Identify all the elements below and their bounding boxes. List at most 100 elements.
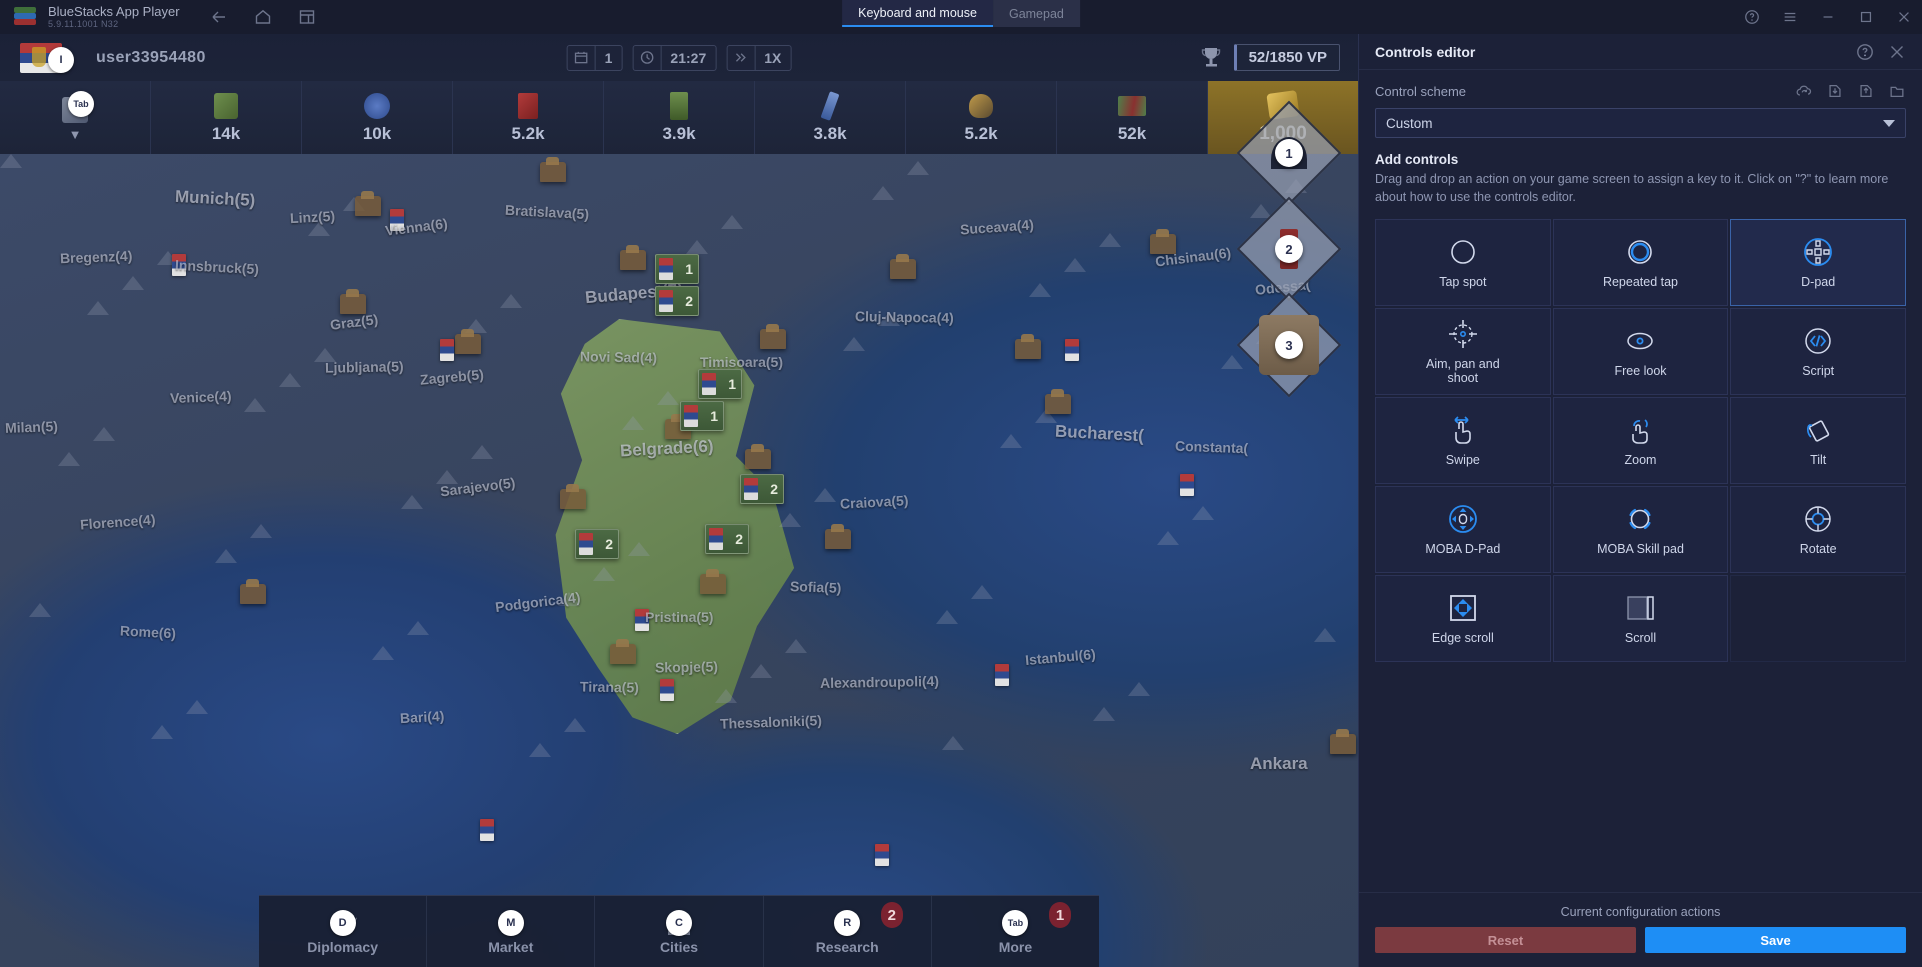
nav-item-more[interactable]: Tab More 1 — [932, 896, 1099, 967]
map-city-marker[interactable] — [1330, 729, 1356, 754]
nav-item-market[interactable]: M Market — [427, 896, 596, 967]
map-city-label: Munich(5) — [174, 186, 256, 211]
menu-icon[interactable] — [1782, 9, 1798, 25]
map-city-label: Milan(5) — [4, 418, 59, 436]
resource-components[interactable]: 5.2k — [906, 81, 1057, 154]
strategy-map[interactable]: Munich(5) Linz(5) Vienna(6) Bratislava(5) Br… — [0, 154, 1358, 967]
clock-indicator[interactable]: 21:27 — [632, 44, 717, 71]
map-city-marker[interactable] — [610, 639, 636, 664]
map-city-marker[interactable] — [760, 324, 786, 349]
turn-indicator[interactable]: 1 — [566, 44, 623, 71]
resource-fuel[interactable]: 3.9k — [604, 81, 755, 154]
map-city-marker[interactable] — [745, 444, 771, 469]
control-tilt[interactable]: Tilt — [1730, 396, 1906, 484]
map-unit-stack[interactable]: 2 — [740, 474, 784, 504]
control-free-look[interactable]: Free look — [1552, 307, 1729, 395]
map-flag-marker[interactable] — [480, 819, 494, 841]
help-circle-icon[interactable] — [1856, 43, 1874, 61]
tab-keyboard-and-mouse[interactable]: Keyboard and mouse — [842, 0, 993, 27]
map-city-marker[interactable] — [700, 569, 726, 594]
map-flag-marker[interactable] — [390, 209, 404, 231]
map-city-marker[interactable] — [455, 329, 481, 354]
map-flag-marker[interactable] — [995, 664, 1009, 686]
control-label: MOBA Skill pad — [1597, 541, 1684, 556]
chevron-down-icon[interactable]: ▼ — [69, 128, 82, 141]
control-rotate[interactable]: Rotate — [1730, 485, 1906, 573]
map-flag-marker[interactable] — [660, 679, 674, 701]
map-city-marker[interactable] — [825, 524, 851, 549]
map-city-marker[interactable] — [540, 157, 566, 182]
control-swipe[interactable]: Swipe — [1375, 396, 1551, 484]
control-repeated-tap[interactable]: Repeated tap — [1552, 218, 1729, 306]
help-icon[interactable] — [1744, 9, 1760, 25]
control-moba-d-pad[interactable]: MOBA D-Pad — [1375, 485, 1551, 573]
speed-indicator[interactable]: 1X — [726, 44, 792, 71]
control-scroll[interactable]: Scroll — [1552, 574, 1729, 662]
home-icon[interactable] — [254, 8, 272, 26]
save-button[interactable]: Save — [1645, 927, 1906, 953]
map-flag-marker[interactable] — [635, 609, 649, 631]
map-unit-stack[interactable]: 2 — [655, 286, 699, 316]
map-mountain-icon — [1029, 283, 1051, 297]
map-flag-marker[interactable] — [172, 254, 186, 276]
map-mountain-icon — [0, 154, 22, 168]
map-side-button[interactable]: 1 — [1236, 100, 1342, 206]
map-mountain-icon — [715, 689, 737, 703]
map-city-marker[interactable] — [1045, 389, 1071, 414]
game-viewport[interactable]: Munich(5) Linz(5) Vienna(6) Bratislava(5) Br… — [0, 34, 1358, 967]
map-flag-marker[interactable] — [875, 844, 889, 866]
map-unit-stack[interactable]: 2 — [705, 524, 749, 554]
map-city-marker[interactable] — [890, 254, 916, 279]
map-side-button[interactable]: 2 — [1236, 196, 1342, 302]
control-tap-spot[interactable]: Tap spot — [1375, 218, 1551, 306]
tab-gamepad[interactable]: Gamepad — [992, 0, 1080, 27]
control-edge-scroll[interactable]: Edge scroll — [1375, 574, 1551, 662]
control-zoom[interactable]: Zoom — [1552, 396, 1729, 484]
map-city-marker[interactable] — [560, 484, 586, 509]
close-icon[interactable] — [1896, 9, 1912, 25]
export-icon[interactable] — [1857, 82, 1875, 100]
map-unit-stack[interactable]: 2 — [575, 529, 619, 559]
calendar-icon — [568, 45, 596, 70]
nav-item-diplomacy[interactable]: D Diplomacy — [259, 896, 428, 967]
nav-item-research[interactable]: R Research 2 — [764, 896, 932, 967]
map-flag-marker[interactable] — [440, 339, 454, 361]
map-city-marker[interactable] — [620, 245, 646, 270]
map-city-marker[interactable] — [340, 289, 366, 314]
resource-manpower[interactable]: Tab ▼ — [0, 81, 151, 154]
map-city-marker[interactable] — [1015, 334, 1041, 359]
map-flag-marker[interactable] — [1065, 339, 1079, 361]
map-city-marker[interactable] — [1150, 229, 1176, 254]
map-unit-stack[interactable]: 1 — [655, 254, 699, 284]
player-info[interactable]: I user33954480 — [20, 42, 206, 73]
nav-item-cities[interactable]: C Cities — [595, 896, 764, 967]
folder-icon[interactable] — [1888, 82, 1906, 100]
control-scheme-select[interactable]: Custom — [1375, 108, 1906, 138]
map-unit-stack[interactable]: 1 — [680, 401, 724, 431]
map-side-button[interactable]: 3 — [1236, 292, 1342, 398]
controls-grid: Tap spot Repeated tap D-pad Aim, pan and sh… — [1359, 215, 1922, 662]
control-aim-pan-and-shoot[interactable]: Aim, pan and shoot — [1375, 307, 1551, 395]
import-icon[interactable] — [1826, 82, 1844, 100]
map-mountain-icon — [942, 736, 964, 750]
map-unit-stack[interactable]: 1 — [698, 369, 742, 399]
resource-materials[interactable]: 10k — [302, 81, 453, 154]
resource-ammunition[interactable]: 3.8k — [755, 81, 906, 154]
resource-money[interactable]: 52k — [1057, 81, 1208, 154]
close-icon[interactable] — [1888, 43, 1906, 61]
maximize-icon[interactable] — [1858, 9, 1874, 25]
map-city-marker[interactable] — [355, 191, 381, 216]
map-city-marker[interactable] — [240, 579, 266, 604]
cloud-sync-icon[interactable] — [1795, 82, 1813, 100]
control-d-pad[interactable]: D-pad — [1730, 218, 1906, 306]
minimize-icon[interactable] — [1820, 9, 1836, 25]
map-flag-marker[interactable] — [1180, 474, 1194, 496]
resource-food[interactable]: 14k — [151, 81, 302, 154]
reset-button[interactable]: Reset — [1375, 927, 1636, 953]
map-side-button-badge: 1 — [1275, 139, 1303, 167]
control-script[interactable]: Script — [1730, 307, 1906, 395]
multi-instance-icon[interactable] — [298, 8, 316, 26]
back-arrow-icon[interactable] — [210, 8, 228, 26]
resource-goods[interactable]: 5.2k — [453, 81, 604, 154]
control-moba-skill-pad[interactable]: MOBA Skill pad — [1552, 485, 1729, 573]
